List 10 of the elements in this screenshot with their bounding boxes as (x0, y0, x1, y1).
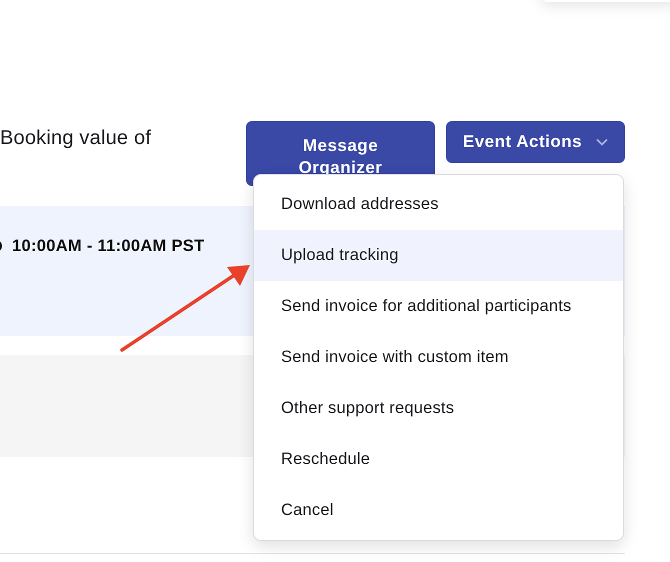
menu-item[interactable]: Reschedule (254, 434, 623, 485)
booking-value-text: Booking value of (0, 127, 152, 150)
menu-item[interactable]: Upload tracking (254, 230, 623, 281)
event-time: 10:00AM - 11:00AM PST (12, 236, 204, 256)
menu-item[interactable]: Cancel (254, 485, 623, 536)
menu-item[interactable]: Send invoice with custom item (254, 332, 623, 383)
menu-item[interactable]: Send invoice for additional participants (254, 281, 623, 332)
chevron-down-icon (596, 138, 608, 146)
event-actions-button[interactable]: Event Actions (446, 121, 625, 163)
menu-item[interactable]: Other support requests (254, 383, 623, 434)
